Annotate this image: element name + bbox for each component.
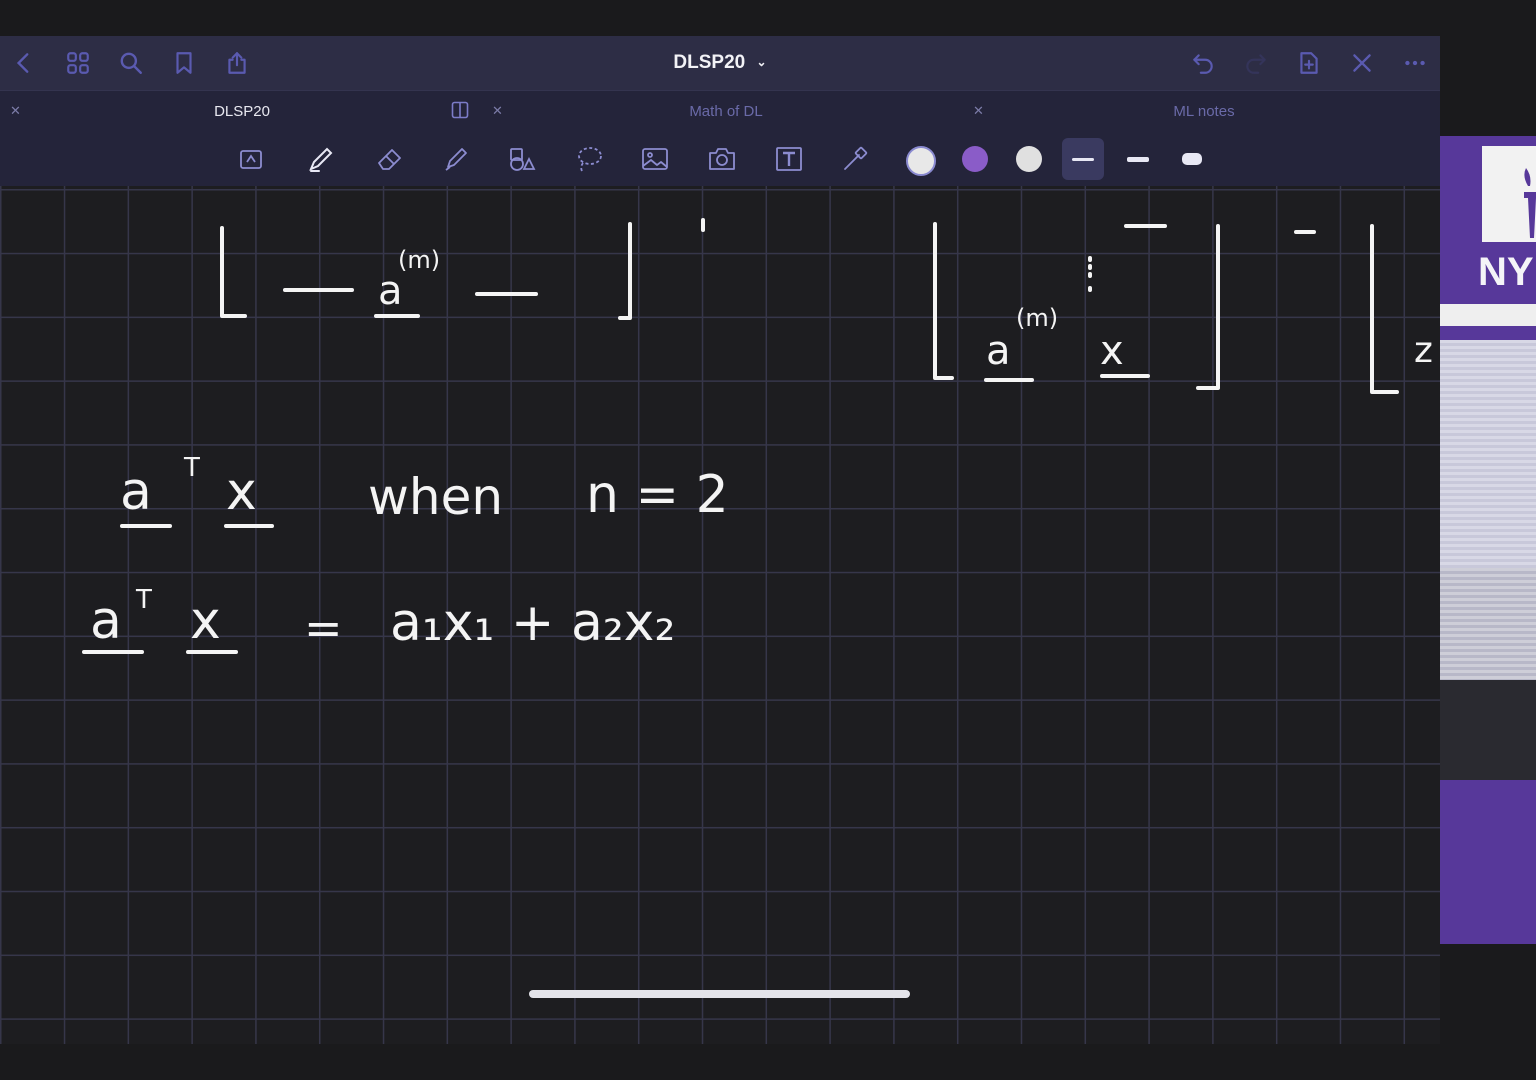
stroke-thin-icon xyxy=(1072,157,1094,161)
top-left-a-label: a xyxy=(378,268,403,314)
split-view-icon[interactable] xyxy=(451,101,469,119)
shapes-icon[interactable] xyxy=(503,141,541,177)
line2-x: x xyxy=(190,591,221,651)
close-icon[interactable] xyxy=(1348,49,1376,77)
tab-label: ML notes xyxy=(1173,103,1235,120)
stroke-thick-button[interactable] xyxy=(1171,138,1213,180)
image-icon[interactable] xyxy=(636,141,674,177)
top-right-a-label: a xyxy=(986,328,1011,374)
top-right-x-label: x xyxy=(1100,328,1124,374)
tab-bar: ✕ DLSP20 ✕ Math of DL ✕ ML notes xyxy=(0,90,1440,133)
top-right-matrix: a (m) x z xyxy=(933,222,1433,394)
camera-icon[interactable] xyxy=(703,141,741,177)
torch-icon xyxy=(1482,146,1536,242)
stroke-thick-icon xyxy=(1182,153,1202,165)
color-swatch-purple[interactable] xyxy=(962,146,988,172)
top-left-matrix-row: a (m) xyxy=(220,218,705,320)
handwriting-layer: a (m) a (m) x z a T x when n = 2 a T x =… xyxy=(82,218,1433,655)
classroom-image xyxy=(1440,340,1536,568)
chevron-down-icon[interactable]: ⌄ xyxy=(757,55,767,69)
line2-a: a xyxy=(90,591,122,651)
share-icon[interactable] xyxy=(223,49,251,77)
add-page-icon[interactable] xyxy=(1295,49,1323,77)
top-right-edge-label: z xyxy=(1414,330,1433,371)
line1-a: a xyxy=(120,462,152,522)
video-footer xyxy=(1440,780,1536,944)
line1-when: when xyxy=(368,468,503,526)
tab-dlsp20[interactable]: ✕ DLSP20 xyxy=(0,91,484,133)
home-indicator[interactable] xyxy=(529,990,910,998)
line1-cond: n = 2 xyxy=(586,465,729,525)
stroke-medium-icon xyxy=(1127,156,1149,162)
line-1: a T x when n = 2 xyxy=(120,453,729,528)
tab-label: Math of DL xyxy=(689,103,763,120)
laser-pointer-icon[interactable] xyxy=(836,141,874,177)
line2-rhs: a₁x₁ + a₂x₂ xyxy=(390,593,675,653)
bookmark-icon[interactable] xyxy=(170,49,198,77)
top-navigation-bar: DLSP20 ⌄ xyxy=(0,36,1440,90)
search-icon[interactable] xyxy=(117,49,145,77)
lecture-video-panel: NY xyxy=(1440,136,1536,944)
grid-icon[interactable] xyxy=(64,49,92,77)
line2-sup: T xyxy=(135,585,152,615)
document-title-label[interactable]: DLSP20 xyxy=(673,52,745,73)
drawing-toolbar xyxy=(0,132,1440,187)
pen-icon[interactable] xyxy=(302,141,340,177)
undo-icon[interactable] xyxy=(1189,49,1217,77)
redo-icon[interactable] xyxy=(1242,49,1270,77)
top-left-sup-label: (m) xyxy=(398,246,440,274)
color-swatch-white[interactable] xyxy=(906,146,936,176)
stroke-medium-button[interactable] xyxy=(1117,138,1159,180)
notes-canvas[interactable]: a (m) a (m) x z a T x when n = 2 a T x =… xyxy=(0,186,1440,1044)
tab-label: DLSP20 xyxy=(214,103,270,120)
color-swatch-light-gray[interactable] xyxy=(1016,146,1042,172)
text-tool-icon[interactable] xyxy=(770,141,808,177)
line1-sup: T xyxy=(183,453,200,483)
top-right-sup-label: (m) xyxy=(1016,304,1058,332)
read-only-icon[interactable] xyxy=(232,141,270,177)
tab-math-of-dl[interactable]: ✕ Math of DL xyxy=(484,91,968,133)
eraser-icon[interactable] xyxy=(371,141,409,177)
notes-app-window: DLSP20 ⌄ ✕ DLSP20 ✕ Math of DL ✕ ML note… xyxy=(0,36,1440,1044)
nyu-logo-text: NY xyxy=(1478,250,1534,294)
panel-strip xyxy=(1440,304,1536,326)
line-2: a T x = a₁x₁ + a₂x₂ xyxy=(82,585,675,655)
back-icon[interactable] xyxy=(10,49,38,77)
nyu-logo-area: NY xyxy=(1440,146,1536,296)
line2-eq: = xyxy=(304,601,343,655)
tab-ml-notes[interactable]: ✕ ML notes xyxy=(968,91,1440,133)
document-title[interactable]: DLSP20 ⌄ xyxy=(0,36,1440,90)
classroom-image-lower xyxy=(1440,568,1536,680)
lasso-icon[interactable] xyxy=(570,141,608,177)
line1-x: x xyxy=(226,462,257,522)
video-dark-region xyxy=(1440,680,1536,780)
stroke-thin-button[interactable] xyxy=(1062,138,1104,180)
more-icon[interactable] xyxy=(1401,49,1429,77)
highlighter-icon[interactable] xyxy=(437,141,475,177)
